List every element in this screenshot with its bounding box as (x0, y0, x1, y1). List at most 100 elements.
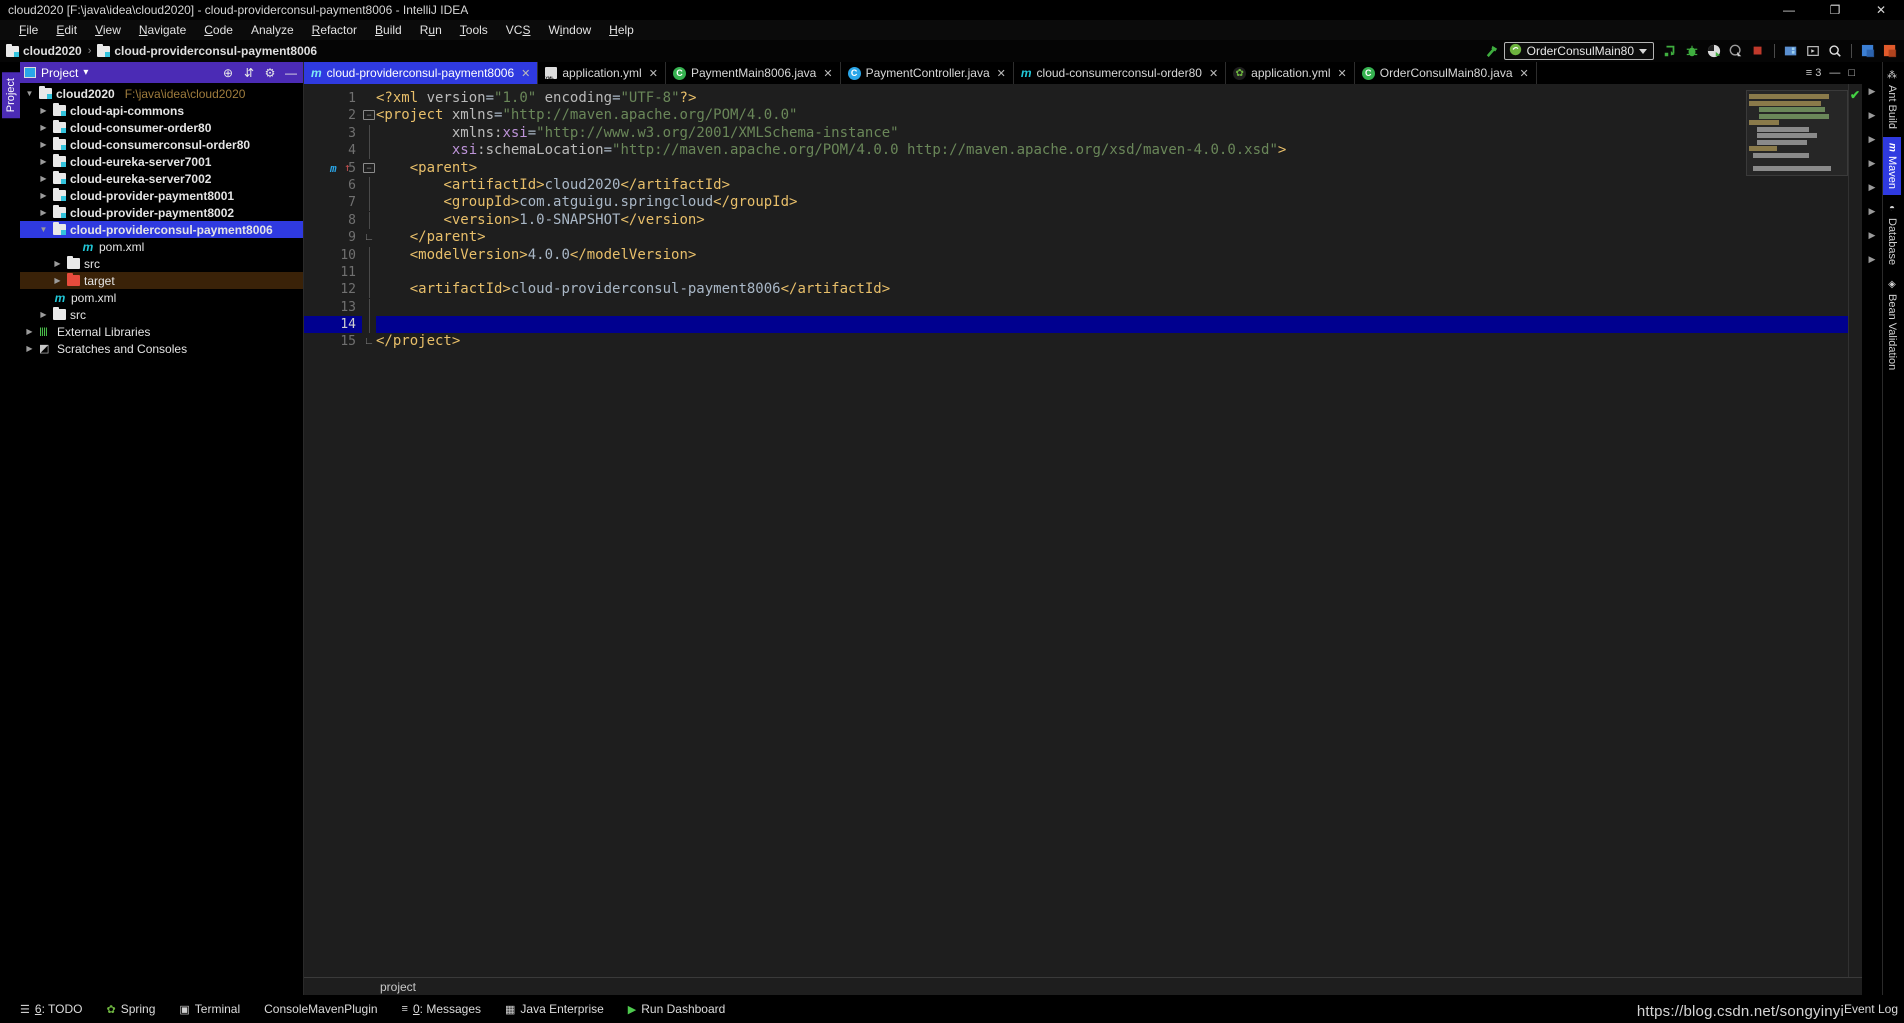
expand-arrow-icon[interactable]: ▶ (1862, 158, 1882, 182)
menu-item-build[interactable]: Build (366, 21, 411, 39)
vcs-rollback-icon[interactable] (1880, 41, 1900, 61)
expand-arrow-icon[interactable]: ▶ (1862, 110, 1882, 134)
tree-node-cloud-consumerconsul-order80[interactable]: ▶ cloud-consumerconsul-order80 (20, 136, 303, 153)
tree-node-external-libraries[interactable]: ▶ ‖‖ External Libraries (20, 323, 303, 340)
editor-tab-application-yml[interactable]: application.yml ✕ (538, 62, 666, 84)
collapse-all-icon[interactable]: ⇵ (241, 66, 257, 80)
search-everywhere-icon[interactable] (1825, 41, 1845, 61)
maximize-button[interactable]: ❐ (1812, 0, 1858, 20)
tree-node-src[interactable]: ▶ src (20, 306, 303, 323)
status-item-spring[interactable]: ✿ Spring (94, 1002, 167, 1016)
tree-node-cloud-eureka-server7001[interactable]: ▶ cloud-eureka-server7001 (20, 153, 303, 170)
right-tab-ant-build[interactable]: ⁂ Ant Build (1883, 64, 1901, 135)
tree-node-cloud-provider-payment8002[interactable]: ▶ cloud-provider-payment8002 (20, 204, 303, 221)
menu-item-run[interactable]: Run (411, 21, 451, 39)
menu-item-code[interactable]: Code (195, 21, 242, 39)
status-item-6-todo[interactable]: ☰ 6: TODO (8, 1002, 94, 1016)
sidebar-tab-project[interactable]: Project (2, 72, 20, 119)
chevron-right-icon[interactable]: ▶ (38, 191, 49, 200)
code-editor[interactable]: 1 2 3 4 5 m ↑ 6 7 8 9 10 11 12 13 14 15 − − ∟ ∟ <?xml versi… (304, 84, 1862, 977)
chevron-right-icon[interactable]: ▶ (38, 106, 49, 115)
chevron-right-icon[interactable]: ▶ (24, 344, 35, 353)
tree-node-cloud-provider-payment8001[interactable]: ▶ cloud-provider-payment8001 (20, 187, 303, 204)
fold-collapse-icon[interactable]: − (362, 107, 376, 124)
code-content[interactable]: <?xml version="1.0" encoding="UTF-8"?> <p… (376, 84, 1848, 977)
chevron-right-icon[interactable]: ▶ (38, 123, 49, 132)
commit-icon[interactable] (1803, 41, 1823, 61)
tab-overflow-indicator[interactable]: ≡ 3 (1802, 67, 1826, 79)
menu-item-edit[interactable]: Edit (47, 21, 86, 39)
run-with-coverage-icon[interactable] (1704, 41, 1724, 61)
tree-node-cloud-eureka-server7002[interactable]: ▶ cloud-eureka-server7002 (20, 170, 303, 187)
menu-item-refactor[interactable]: Refactor (303, 21, 366, 39)
status-item-run-dashboard[interactable]: ▶ Run Dashboard (616, 1002, 738, 1016)
tree-node-pom-xml[interactable]: m pom.xml (20, 289, 303, 306)
chevron-right-icon[interactable]: ▶ (38, 157, 49, 166)
close-button[interactable]: ✕ (1858, 0, 1904, 20)
fold-collapse-icon[interactable]: − (362, 160, 376, 177)
right-tab-maven[interactable]: m Maven (1883, 137, 1901, 195)
profile-icon[interactable] (1726, 41, 1746, 61)
menu-item-vcs[interactable]: VCS (497, 21, 540, 39)
tree-node-target[interactable]: ▶ target (20, 272, 303, 289)
editor-tab-application-yml[interactable]: ✿ application.yml ✕ (1226, 62, 1355, 84)
chevron-down-icon[interactable]: ▼ (24, 89, 35, 98)
tree-node-src[interactable]: ▶ src (20, 255, 303, 272)
close-icon[interactable]: ✕ (1520, 67, 1529, 80)
close-icon[interactable]: ✕ (1209, 67, 1218, 80)
menu-item-help[interactable]: Help (600, 21, 643, 39)
hide-icon[interactable]: — (283, 66, 299, 80)
menu-item-file[interactable]: File (10, 21, 47, 39)
right-tab-database[interactable]: ◓ Database (1883, 197, 1901, 271)
tree-node-cloud-api-commons[interactable]: ▶ cloud-api-commons (20, 102, 303, 119)
update-project-icon[interactable] (1781, 41, 1801, 61)
breadcrumb-item-0[interactable]: cloud2020 (6, 43, 82, 58)
stop-icon[interactable] (1748, 41, 1768, 61)
close-icon[interactable]: ✕ (1338, 67, 1347, 80)
close-icon[interactable]: ✕ (997, 67, 1006, 80)
menu-item-view[interactable]: View (86, 21, 130, 39)
locate-icon[interactable]: ⊕ (220, 66, 236, 80)
menu-item-window[interactable]: Window (539, 21, 600, 39)
editor-tab-cloud-providerconsul-payment8006[interactable]: m cloud-providerconsul-payment8006 ✕ (304, 62, 539, 84)
editor-breadcrumb-label[interactable]: project (380, 980, 416, 994)
expand-arrow-icon[interactable]: ▶ (1862, 86, 1882, 110)
run-configuration-selector[interactable]: OrderConsulMain80 (1503, 42, 1654, 60)
fold-end-icon[interactable]: ∟ (362, 229, 376, 246)
maven-gutter-marker-icon[interactable]: m (330, 160, 337, 177)
inherit-arrow-icon[interactable]: ↑ (344, 159, 351, 176)
code-folding-column[interactable]: − − ∟ ∟ (362, 84, 376, 977)
tree-node-cloud-consumer-order80[interactable]: ▶ cloud-consumer-order80 (20, 119, 303, 136)
status-item-consolemavenplugin[interactable]: ConsoleMavenPlugin (252, 1002, 389, 1016)
expand-arrow-icon[interactable]: ▶ (1862, 182, 1882, 206)
expand-arrow-icon[interactable]: ▶ (1862, 254, 1882, 278)
menu-item-analyze[interactable]: Analyze (242, 21, 303, 39)
settings-gear-icon[interactable]: ⚙ (262, 66, 278, 80)
editor-tab-paymentmain8006-java[interactable]: C PaymentMain8006.java ✕ (665, 62, 841, 84)
breadcrumb-item-1[interactable]: cloud-providerconsul-payment8006 (97, 43, 317, 58)
restore-tabs-icon[interactable]: □ (1844, 67, 1859, 79)
status-item-0-messages[interactable]: ≡ 0: Messages (390, 1002, 493, 1016)
run-icon[interactable] (1660, 41, 1680, 61)
tree-node-cloud2020[interactable]: ▼ cloud2020 F:\java\idea\cloud2020 (20, 85, 303, 102)
fold-end-icon[interactable]: ∟ (362, 333, 376, 350)
vcs-history-icon[interactable] (1858, 41, 1878, 61)
chevron-right-icon[interactable]: ▶ (52, 276, 63, 285)
event-log-button[interactable]: Event Log (1844, 1002, 1898, 1016)
debug-icon[interactable] (1682, 41, 1702, 61)
tree-node-scratches-and-consoles[interactable]: ▶ ◩ Scratches and Consoles (20, 340, 303, 357)
editor-tab-orderconsulmain80-java[interactable]: C OrderConsulMain80.java ✕ (1354, 62, 1537, 84)
tree-node-pom-xml[interactable]: m pom.xml (20, 238, 303, 255)
expand-arrow-icon[interactable]: ▶ (1862, 206, 1882, 230)
chevron-right-icon[interactable]: ▶ (38, 174, 49, 183)
chevron-down-icon[interactable]: ▾ (83, 67, 88, 78)
chevron-right-icon[interactable]: ▶ (38, 208, 49, 217)
hammer-build-icon[interactable] (1482, 41, 1502, 61)
tree-node-cloud-providerconsul-payment8006[interactable]: ▼ cloud-providerconsul-payment8006 (20, 221, 303, 238)
editor-tab-paymentcontroller-java[interactable]: C PaymentController.java ✕ (840, 62, 1014, 84)
right-tab-bean-validation[interactable]: ◈ Bean Validation (1883, 273, 1901, 376)
close-icon[interactable]: ✕ (649, 67, 658, 80)
chevron-right-icon[interactable]: ▶ (38, 140, 49, 149)
editor-tab-cloud-consumerconsul-order80[interactable]: m cloud-consumerconsul-order80 ✕ (1013, 62, 1227, 84)
status-item-terminal[interactable]: ▣ Terminal (167, 1002, 252, 1016)
